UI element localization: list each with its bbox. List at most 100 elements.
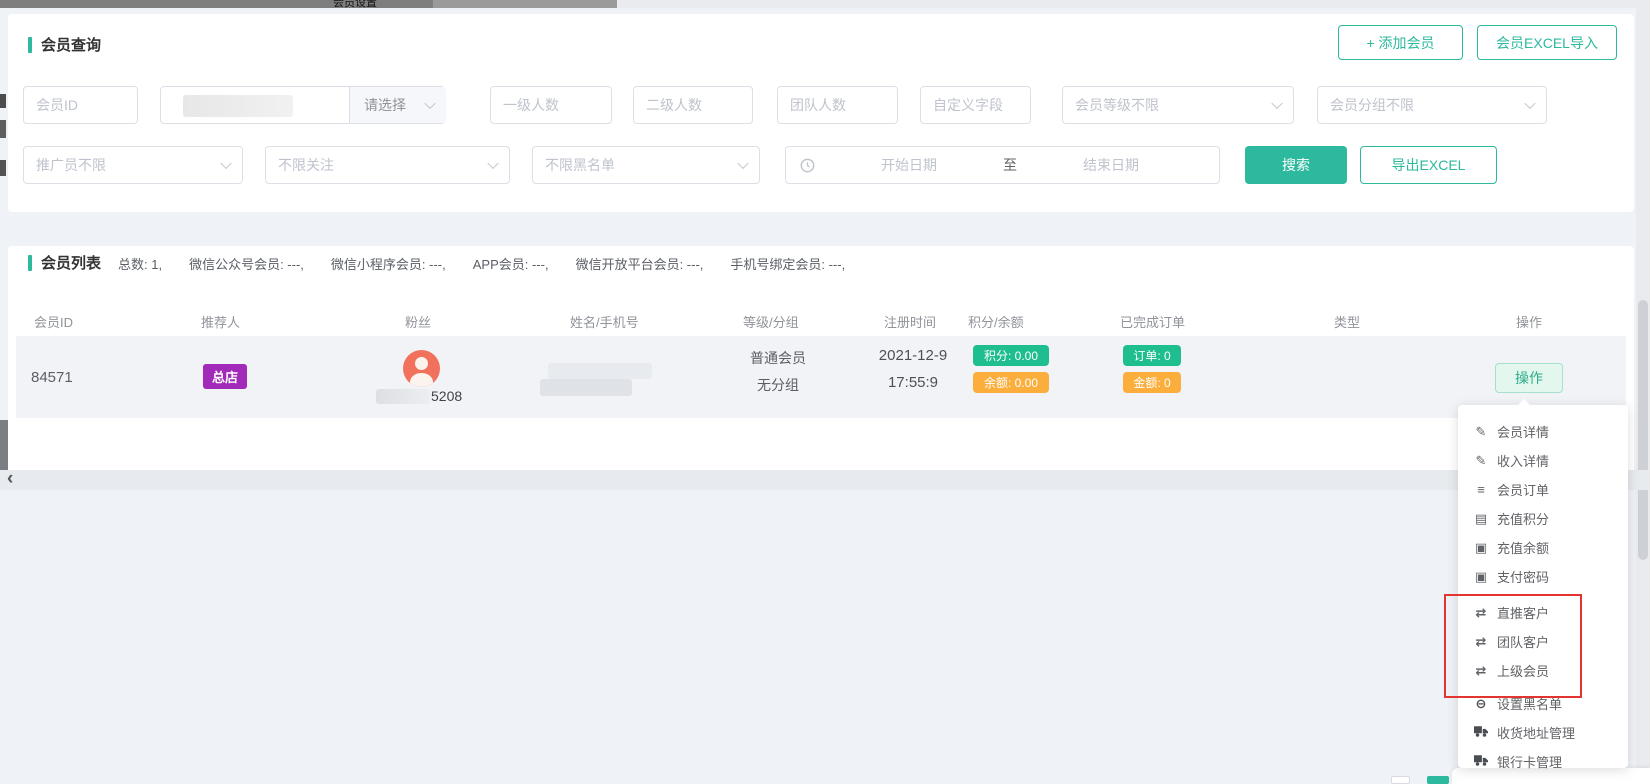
partial-menu-text: 会员设置: [333, 0, 405, 8]
top-sliver-white-segment: [617, 0, 1650, 8]
chevron-down-icon: [1271, 98, 1282, 109]
col-header-referrer: 推荐人: [201, 312, 240, 331]
chevron-down-icon: [487, 158, 498, 169]
promoter-value: 推广员不限: [36, 155, 106, 175]
red-annotation-box: [1444, 594, 1582, 698]
edit-icon: ✎: [1473, 424, 1489, 440]
member-group-value: 会员分组不限: [1330, 95, 1414, 115]
left-edge-fragment: [0, 160, 6, 176]
member-id-input[interactable]: 会员ID: [23, 86, 138, 124]
stat-wechat-official: 微信公众号会员: ---,: [189, 254, 304, 273]
clock-icon: [800, 158, 815, 173]
member-admin-page: 会员设置 会员查询 + 添加会员 会员EXCEL导入 会员ID 请选择 一级人数…: [0, 0, 1650, 784]
export-excel-button[interactable]: 导出EXCEL: [1360, 146, 1497, 184]
add-member-button[interactable]: + 添加会员: [1338, 25, 1463, 60]
col-header-member-id: 会员ID: [34, 312, 73, 331]
date-end-placeholder[interactable]: 结束日期: [1017, 155, 1205, 175]
chevron-down-icon: [220, 158, 231, 169]
cell-group: 无分组: [718, 375, 838, 395]
chevron-down-icon: [737, 158, 748, 169]
stat-phone-bound: 手机号绑定会员: ---,: [730, 254, 845, 273]
follow-select[interactable]: 不限关注: [265, 146, 510, 184]
menu-item-income-detail[interactable]: ✎ 收入详情: [1458, 446, 1628, 475]
menu-item-payment-password[interactable]: ▣ 支付密码: [1458, 562, 1628, 591]
chevron-down-icon: [424, 98, 435, 109]
redacted-name-block: [548, 363, 652, 379]
menu-item-label: 收入详情: [1497, 451, 1549, 470]
menu-item-recharge-points[interactable]: ▤ 充值积分: [1458, 504, 1628, 533]
level1-count-input[interactable]: 一级人数: [490, 86, 612, 124]
blacklist-value: 不限黑名单: [545, 155, 615, 175]
col-header-points: 积分/余额: [968, 312, 1024, 331]
menu-item-label: 会员订单: [1497, 480, 1549, 499]
points-badge: 积分: 0.00: [973, 345, 1049, 366]
level1-count-placeholder: 一级人数: [503, 95, 559, 115]
col-header-action: 操作: [1516, 312, 1542, 331]
menu-item-address-management[interactable]: 收货地址管理: [1458, 718, 1628, 747]
money-icon: ▣: [1473, 540, 1489, 556]
left-edge-fragment: [0, 94, 6, 108]
search-button[interactable]: 搜索: [1245, 146, 1347, 184]
truck-icon: [1473, 725, 1489, 740]
referrer-badge-label: 总店: [212, 367, 238, 386]
section-accent-bar: [28, 37, 32, 53]
follow-value: 不限关注: [278, 155, 334, 175]
blacklist-select[interactable]: 不限黑名单: [532, 146, 760, 184]
col-header-level-group: 等级/分组: [743, 312, 799, 331]
member-level-value: 会员等级不限: [1075, 95, 1159, 115]
avatar-body-shape: [410, 373, 433, 387]
level2-count-input[interactable]: 二级人数: [633, 86, 753, 124]
row-action-button[interactable]: 操作: [1495, 363, 1563, 393]
stat-total: 总数: 1,: [118, 254, 162, 273]
keyword-select-label: 请选择: [364, 95, 406, 115]
top-sliver-menu-fragment: 会员设置: [333, 0, 405, 8]
orders-badge: 订单: 0: [1123, 345, 1181, 366]
money-icon: ▣: [1473, 569, 1489, 585]
chevron-down-icon: [1524, 98, 1535, 109]
bottom-white-button-fragment[interactable]: [1391, 776, 1410, 784]
vertical-scrollbar-thumb[interactable]: [1638, 300, 1648, 560]
redacted-phone-block: [540, 379, 632, 396]
team-count-input[interactable]: 团队人数: [777, 86, 898, 124]
points-badge-label: 积分: 0.00: [984, 347, 1038, 364]
left-edge-scroll-strip: [0, 420, 8, 470]
horizontal-scrollbar-track[interactable]: [0, 470, 1650, 490]
member-id-placeholder: 会员ID: [36, 95, 78, 115]
date-separator: 至: [1003, 155, 1017, 175]
menu-item-label: 充值积分: [1497, 509, 1549, 528]
team-count-placeholder: 团队人数: [790, 95, 846, 115]
stat-wechat-miniprogram: 微信小程序会员: ---,: [331, 254, 446, 273]
list-panel-title: 会员列表: [41, 252, 101, 273]
cell-register-time: 17:55:9: [853, 374, 973, 391]
custom-field-input[interactable]: 自定义字段: [920, 86, 1031, 124]
menu-item-member-orders[interactable]: ≡ 会员订单: [1458, 475, 1628, 504]
cell-register-date: 2021-12-9: [853, 347, 973, 364]
menu-item-label: 会员详情: [1497, 422, 1549, 441]
keyword-input-group[interactable]: 请选择: [160, 86, 445, 124]
member-stats: 总数: 1, 微信公众号会员: ---, 微信小程序会员: ---, APP会员…: [118, 254, 845, 273]
menu-item-bank-card-management[interactable]: 银行卡管理: [1458, 747, 1628, 776]
cell-member-id: 84571: [31, 369, 73, 386]
member-level-select[interactable]: 会员等级不限: [1062, 86, 1294, 124]
bottom-teal-button-fragment[interactable]: [1427, 776, 1449, 784]
menu-item-label: 银行卡管理: [1497, 752, 1562, 771]
date-start-placeholder[interactable]: 开始日期: [815, 155, 1003, 175]
avatar-head-shape: [415, 357, 428, 370]
date-range-picker[interactable]: 开始日期 至 结束日期: [785, 146, 1220, 184]
add-member-label: + 添加会员: [1366, 33, 1434, 53]
list-icon: ≡: [1473, 482, 1489, 497]
menu-item-member-detail[interactable]: ✎ 会员详情: [1458, 417, 1628, 446]
menu-item-recharge-balance[interactable]: ▣ 充值余额: [1458, 533, 1628, 562]
stat-app: APP会员: ---,: [473, 254, 549, 273]
excel-import-button[interactable]: 会员EXCEL导入: [1477, 25, 1617, 60]
section-accent-bar: [28, 255, 32, 271]
member-group-select[interactable]: 会员分组不限: [1317, 86, 1547, 124]
amount-badge: 金额: 0: [1123, 372, 1181, 393]
menu-item-label: 支付密码: [1497, 567, 1549, 586]
keyword-type-select[interactable]: 请选择: [349, 87, 446, 123]
menu-item-label: 收货地址管理: [1497, 723, 1575, 742]
scroll-left-arrow[interactable]: ‹: [7, 469, 13, 489]
top-window-sliver: 会员设置: [0, 0, 1650, 8]
balance-badge-label: 余额: 0.00: [984, 374, 1038, 391]
promoter-select[interactable]: 推广员不限: [23, 146, 243, 184]
